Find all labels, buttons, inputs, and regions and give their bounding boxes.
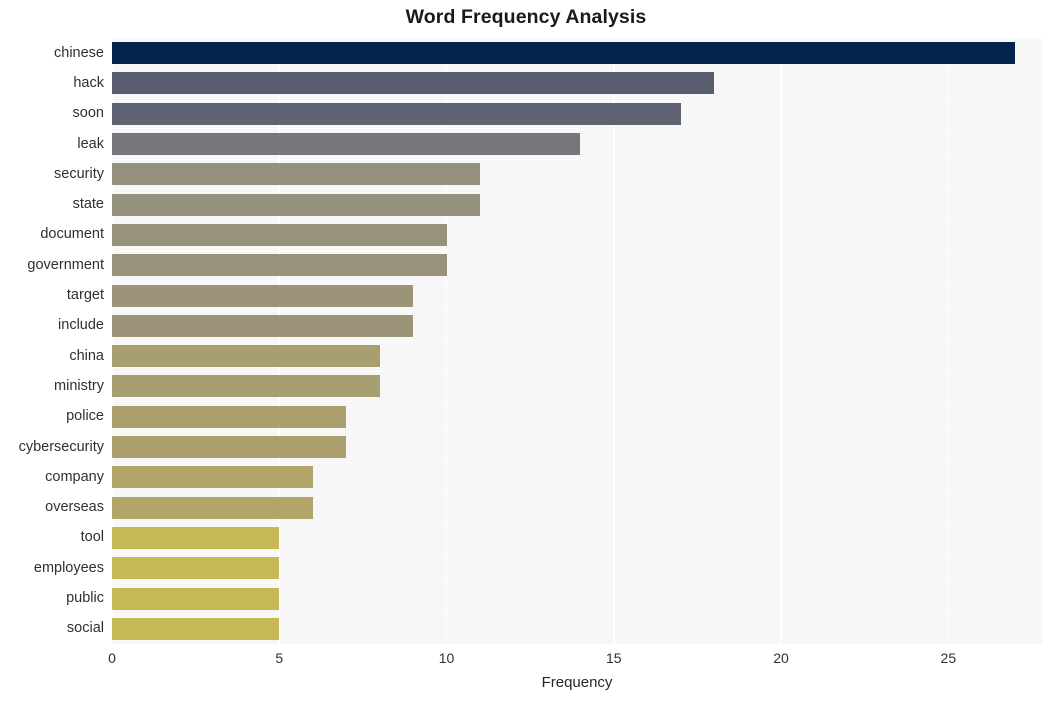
y-tick-label-target: target <box>66 287 104 304</box>
y-tick-label-overseas: overseas <box>45 499 104 516</box>
y-tick-label-state: state <box>72 196 104 213</box>
y-tick-label-government: government <box>27 256 104 273</box>
y-tick-label-soon: soon <box>72 105 104 122</box>
x-tick-label-15: 15 <box>606 650 622 666</box>
y-tick-label-include: include <box>58 317 104 334</box>
y-tick-label-hack: hack <box>73 74 104 91</box>
y-tick-label-tool: tool <box>80 529 104 546</box>
y-tick-label-police: police <box>66 408 104 425</box>
y-tick-label-company: company <box>45 468 104 485</box>
x-tick-label-25: 25 <box>940 650 957 666</box>
y-tick-label-employees: employees <box>33 559 104 576</box>
y-tick-label-china: china <box>69 347 104 364</box>
y-axis-tick-labels: chinese hack soon leak security state document… <box>0 38 1052 644</box>
y-tick-label-chinese: chinese <box>54 44 104 61</box>
y-tick-label-leak: leak <box>77 135 104 152</box>
x-tick-label-5: 5 <box>275 650 284 666</box>
y-tick-label-document: document <box>40 226 104 243</box>
y-tick-label-security: security <box>54 165 104 182</box>
x-tick-label-20: 20 <box>773 650 789 666</box>
x-axis-label: Frequency <box>541 674 613 691</box>
y-tick-label-ministry: ministry <box>54 377 104 394</box>
chart-figure: Word Frequency Analysis chinese hack soon l… <box>0 0 1052 701</box>
y-tick-label-cybersecurity: cybersecurity <box>18 438 104 455</box>
x-tick-label-10: 10 <box>438 650 455 666</box>
x-axis-tick-labels: 0 5 10 15 20 25 <box>0 650 1052 672</box>
y-tick-label-social: social <box>66 620 104 637</box>
x-tick-label-0: 0 <box>108 650 116 666</box>
y-tick-label-public: public <box>66 590 104 607</box>
page-title: Word Frequency Analysis <box>405 6 647 28</box>
